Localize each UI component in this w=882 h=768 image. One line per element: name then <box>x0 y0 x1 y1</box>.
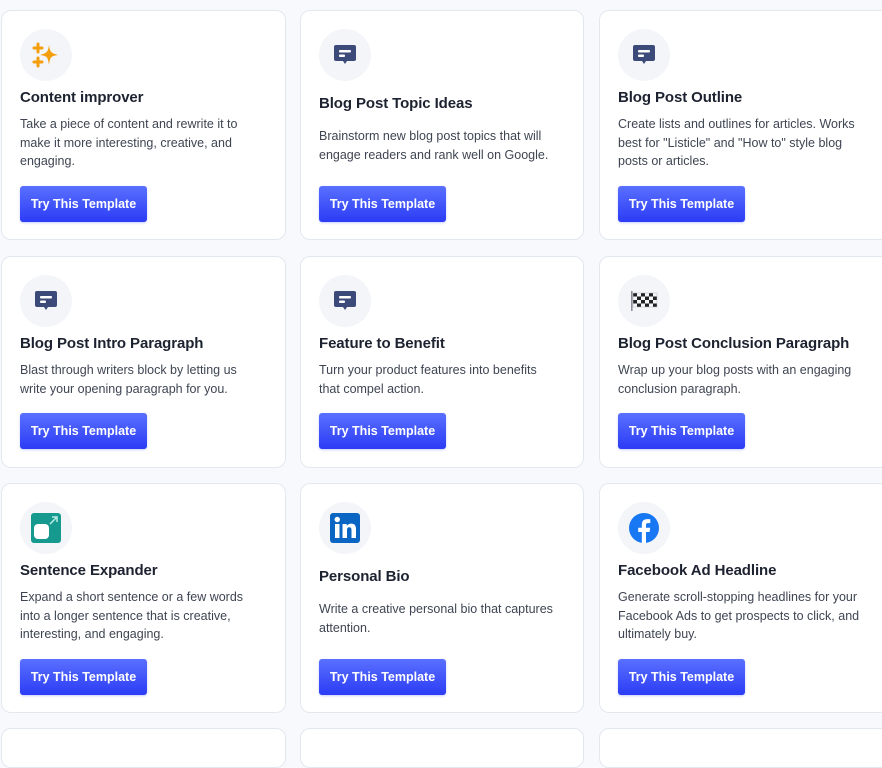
template-description: Turn your product features into benefits… <box>319 363 537 396</box>
template-card-partial <box>1 728 286 768</box>
template-description: Write a creative personal bio that captu… <box>319 602 553 635</box>
template-description: Generate scroll-stopping headlines for y… <box>618 590 860 642</box>
template-title: Sentence Expander <box>20 562 158 579</box>
try-template-button[interactable]: Try This Template <box>20 413 147 449</box>
template-card-blog-post-conclusion-paragraph[interactable]: Blog Post Conclusion Paragraph Wrap up y… <box>599 256 882 468</box>
message-icon <box>633 45 655 64</box>
message-icon <box>35 291 57 310</box>
template-title: Blog Post Outline <box>618 89 743 106</box>
icon-badge <box>319 502 371 554</box>
template-title: Blog Post Intro Paragraph <box>20 335 204 352</box>
icon-badge <box>319 29 371 81</box>
template-card-blog-post-intro-paragraph[interactable]: Blog Post Intro Paragraph Blast through … <box>1 256 286 468</box>
icon-badge <box>618 502 670 554</box>
try-template-button[interactable]: Try This Template <box>20 659 147 695</box>
icon-badge <box>20 275 72 327</box>
template-description: Brainstorm new blog post topics that wil… <box>319 129 549 162</box>
message-icon <box>334 291 356 310</box>
template-title: Feature to Benefit <box>319 335 445 352</box>
icon-badge <box>319 275 371 327</box>
try-template-button[interactable]: Try This Template <box>319 659 446 695</box>
try-template-button[interactable]: Try This Template <box>20 186 147 222</box>
template-card-partial <box>599 728 882 768</box>
template-title: Facebook Ad Headline <box>618 562 777 579</box>
facebook-icon <box>629 513 659 543</box>
icon-badge <box>20 502 72 554</box>
icon-badge <box>20 29 72 81</box>
expand-icon <box>31 513 61 543</box>
template-card-blog-post-topic-ideas[interactable]: Blog Post Topic Ideas Brainstorm new blo… <box>300 10 584 240</box>
icon-badge <box>618 275 670 327</box>
sparkles-icon <box>32 42 58 68</box>
template-card-blog-post-outline[interactable]: Blog Post Outline Create lists and outli… <box>599 10 882 240</box>
linkedin-icon <box>330 513 360 543</box>
template-card-feature-to-benefit[interactable]: Feature to Benefit Turn your product fea… <box>300 256 584 468</box>
try-template-button[interactable]: Try This Template <box>618 413 745 449</box>
template-description: Create lists and outlines for articles. … <box>618 117 855 169</box>
checkered-flag-icon <box>631 291 658 311</box>
try-template-button[interactable]: Try This Template <box>319 413 446 449</box>
template-card-personal-bio[interactable]: Personal Bio Write a creative personal b… <box>300 483 584 713</box>
try-template-button[interactable]: Try This Template <box>618 659 745 695</box>
template-card-facebook-ad-headline[interactable]: Facebook Ad Headline Generate scroll-sto… <box>599 483 882 713</box>
template-description: Expand a short sentence or a few words i… <box>20 590 244 642</box>
template-title: Blog Post Conclusion Paragraph <box>618 335 850 352</box>
template-description: Blast through writers block by letting u… <box>20 363 237 396</box>
try-template-button[interactable]: Try This Template <box>618 186 745 222</box>
template-description: Wrap up your blog posts with an engaging… <box>618 363 852 396</box>
template-description: Take a piece of content and rewrite it t… <box>20 117 238 169</box>
template-title: Content improver <box>20 89 144 106</box>
template-card-sentence-expander[interactable]: Sentence Expander Expand a short sentenc… <box>1 483 286 713</box>
template-grid: Content improver Take a piece of content… <box>0 0 882 768</box>
template-card-content-improver[interactable]: Content improver Take a piece of content… <box>1 10 286 240</box>
template-title: Personal Bio <box>319 568 410 585</box>
message-icon <box>334 45 356 64</box>
template-title: Blog Post Topic Ideas <box>319 95 473 112</box>
template-card-partial <box>300 728 584 768</box>
icon-badge <box>618 29 670 81</box>
try-template-button[interactable]: Try This Template <box>319 186 446 222</box>
